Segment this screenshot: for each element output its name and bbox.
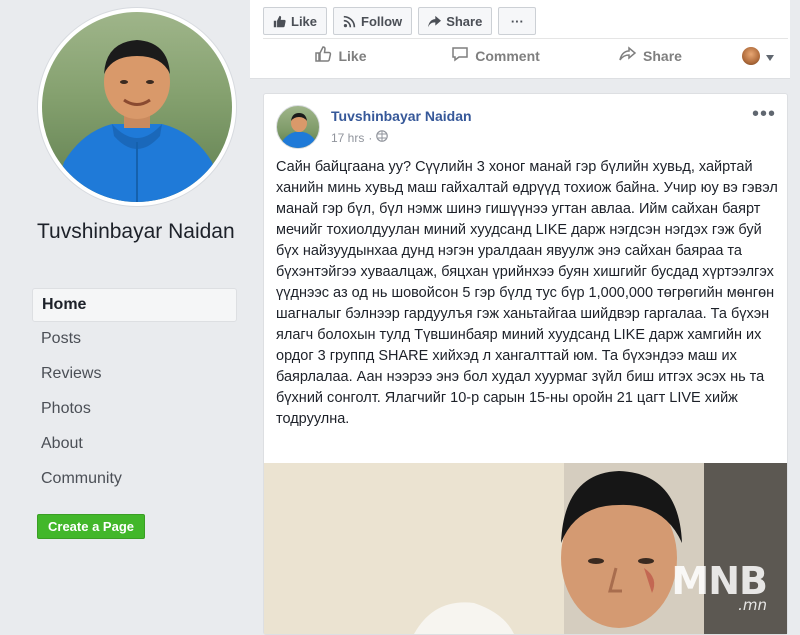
globe-icon[interactable] (376, 130, 389, 145)
author-avatar-illustration (279, 113, 319, 148)
comment-bubble-icon (451, 45, 469, 66)
page-like-button[interactable]: Like (263, 7, 328, 35)
nav-item-home[interactable]: Home (32, 288, 237, 322)
reaction-comment-button[interactable]: Comment (418, 45, 573, 66)
nav-item-reviews[interactable]: Reviews (32, 357, 237, 392)
page-follow-button[interactable]: Follow (333, 7, 413, 35)
post-photo[interactable]: MNB .mn (264, 463, 787, 634)
profile-picture[interactable] (38, 8, 236, 206)
watermark: MNB .mn (671, 559, 768, 614)
page-action-bar: Like Follow Share ··· (263, 7, 537, 35)
nav-item-posts[interactable]: Posts (32, 322, 237, 357)
reaction-like-button[interactable]: Like (263, 45, 418, 66)
nav-item-photos[interactable]: Photos (32, 392, 237, 427)
post-options-icon[interactable]: ••• (752, 104, 776, 124)
profile-photo (42, 12, 232, 202)
reaction-share-button[interactable]: Share (573, 45, 728, 66)
post-author-name[interactable]: Tuvshinbayar Naidan (331, 108, 472, 124)
reaction-comment-label: Comment (475, 47, 540, 64)
create-page-button[interactable]: Create a Page (37, 514, 145, 539)
post-meta: 17 hrs · (331, 130, 389, 145)
share-arrow-icon (428, 15, 442, 28)
page-share-label: Share (446, 13, 483, 29)
share-outline-icon (619, 45, 637, 66)
chevron-down-icon (766, 48, 774, 64)
person-illustration (52, 40, 224, 202)
profile-name[interactable]: Tuvshinbayar Naidan (37, 218, 237, 245)
post-author-avatar[interactable] (276, 105, 320, 149)
page-like-label: Like (291, 13, 318, 29)
left-column: Tuvshinbayar Naidan Home Posts Reviews P… (0, 0, 249, 635)
reaction-like-label: Like (338, 47, 367, 64)
user-avatar-mini (742, 46, 760, 65)
nav-item-community[interactable]: Community (32, 462, 237, 497)
reaction-share-label: Share (643, 47, 682, 64)
page-more-button[interactable]: ··· (498, 7, 537, 35)
post-timestamp[interactable]: 17 hrs (331, 131, 364, 145)
post-card: Tuvshinbayar Naidan 17 hrs · ••• Сайн ба… (263, 93, 788, 635)
reaction-audience-selector[interactable] (728, 46, 788, 65)
thumbs-up-outline-icon (314, 45, 332, 66)
nav-item-about[interactable]: About (32, 427, 237, 462)
post-text: Сайн байцгаана уу? Сүүлийн 3 хоног манай… (276, 159, 778, 427)
thumbs-up-icon (273, 15, 286, 28)
page-share-button[interactable]: Share (418, 7, 493, 35)
meta-dot: · (368, 130, 373, 145)
reaction-row: Like Comment Share (263, 38, 788, 72)
rss-icon (343, 15, 356, 28)
watermark-logo: MNB (671, 559, 768, 603)
page-follow-label: Follow (361, 13, 403, 29)
page-nav: Home Posts Reviews Photos About Communit… (32, 288, 237, 497)
